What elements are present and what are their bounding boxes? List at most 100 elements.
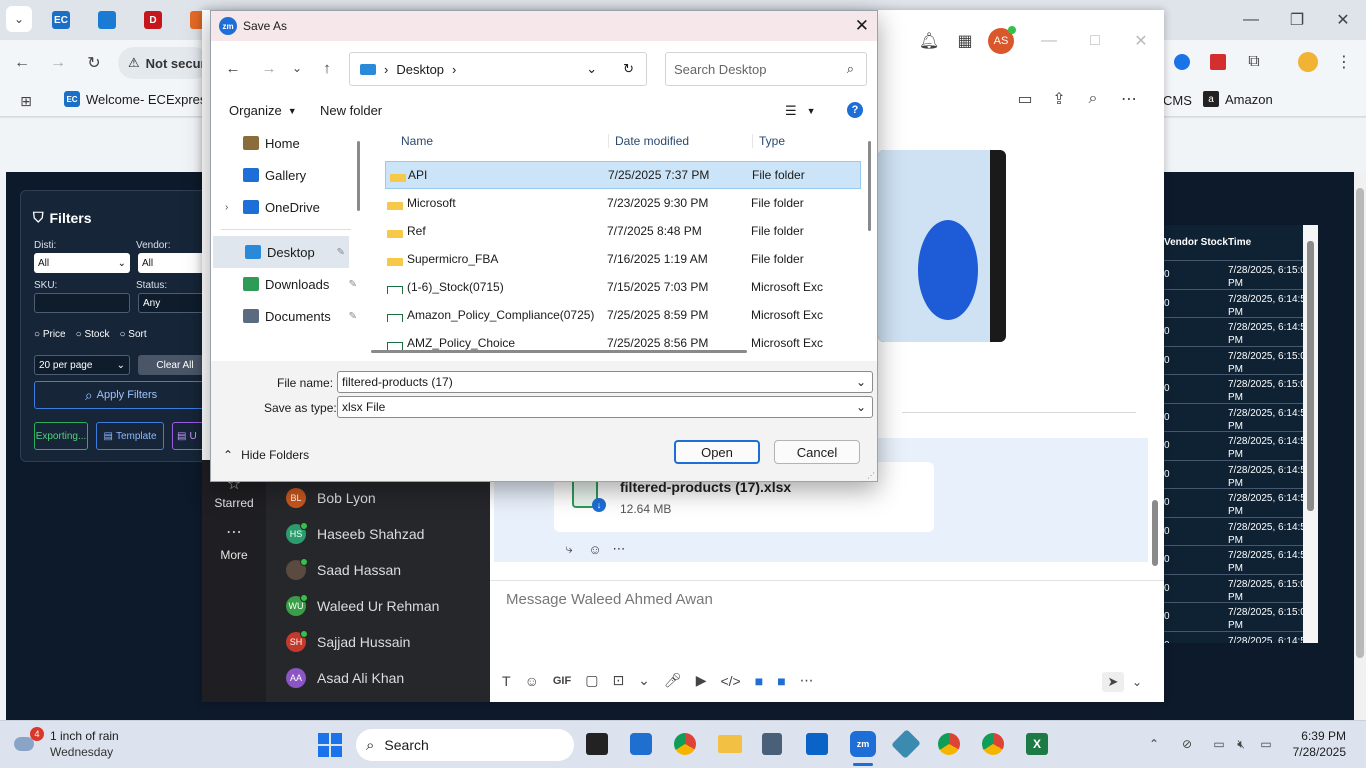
tab-favicon-icon[interactable]	[98, 11, 116, 29]
more-icon[interactable]: ⋯	[224, 522, 244, 542]
breadcrumb-desktop[interactable]: Desktop	[396, 62, 444, 77]
file-explorer-icon[interactable]	[718, 735, 742, 753]
battery-icon[interactable]: ▭	[1256, 735, 1276, 753]
exporting-button[interactable]: Exporting...	[34, 422, 88, 450]
dh-tab-icon[interactable]: D	[144, 11, 162, 29]
share-screen-icon[interactable]: ⇪	[1048, 88, 1070, 110]
address-breadcrumb[interactable]: › Desktop › ⌄ ↻	[349, 52, 647, 86]
save-as-type-select[interactable]: xlsx File ⌄	[337, 396, 873, 418]
horizontal-scrollbar-thumb[interactable]	[371, 350, 747, 353]
taskbar-search-box[interactable]: ⌕ Search	[356, 729, 574, 761]
search-icon[interactable]: ⌕	[1082, 88, 1104, 110]
file-row[interactable]: Amazon_Policy_Compliance(0725) 7/25/2025 …	[367, 301, 867, 329]
column-name[interactable]: Name	[367, 134, 609, 148]
minimize-icon[interactable]: —	[1236, 8, 1266, 32]
nav-starred[interactable]: Starred	[202, 496, 266, 510]
chevron-down-icon[interactable]: ⌄	[856, 375, 866, 389]
text-format-icon[interactable]: T	[502, 673, 511, 689]
more-icon[interactable]: ⋯	[1118, 88, 1140, 110]
ecexpress-tab-icon[interactable]: EC	[52, 11, 70, 29]
calendar-icon[interactable]: ▦	[954, 30, 976, 52]
vertical-scrollbar-thumb[interactable]	[868, 141, 871, 231]
contact-item[interactable]: SH Sajjad Hussain	[266, 624, 490, 660]
sku-input[interactable]	[34, 293, 130, 313]
nav-item-desktop[interactable]: Desktop ✎	[213, 236, 349, 268]
hide-folders-button[interactable]: ⌃ Hide Folders	[223, 448, 309, 462]
file-row[interactable]: (1-6)_Stock(0715) 7/15/2025 7:03 PM Micros…	[367, 273, 867, 301]
nav-more[interactable]: More	[202, 548, 266, 562]
page-scrollbar[interactable]	[1354, 172, 1366, 720]
microphone-icon[interactable]: 🎤︎	[664, 672, 682, 689]
close-icon[interactable]: ✕	[855, 16, 869, 36]
status-select[interactable]: Any	[138, 293, 208, 313]
view-options-button[interactable]: ☰ ▼	[785, 103, 816, 119]
apply-filters-button[interactable]: ⌕ Apply Filters	[34, 381, 208, 409]
column-type[interactable]: Type	[753, 134, 785, 148]
puzzle-icon[interactable]: ⧉	[1244, 52, 1264, 72]
new-folder-button[interactable]: New folder	[320, 103, 382, 118]
address-bar[interactable]: ⚠ Not secure	[118, 47, 213, 79]
bell-icon[interactable]: 🔔︎	[918, 30, 940, 52]
nav-item-downloads[interactable]: Downloads ✎	[211, 268, 361, 300]
vendor-select[interactable]: All	[138, 253, 208, 273]
display-icon[interactable]: ▭	[1210, 735, 1228, 753]
profile-avatar[interactable]	[1298, 52, 1318, 72]
weather-widget-icon[interactable]: 4	[14, 727, 44, 755]
contact-item[interactable]: AA Asad Ali Khan	[266, 660, 490, 696]
calculator-icon[interactable]	[762, 733, 782, 755]
minimize-icon[interactable]: —	[1038, 30, 1060, 52]
shared-image[interactable]	[878, 150, 1006, 342]
file-row[interactable]: Supermicro_FBA 7/16/2025 1:19 AM File fold…	[367, 245, 867, 273]
pdf-extension-icon[interactable]	[1210, 54, 1226, 70]
search-desktop-input[interactable]: Search Desktop ⌕	[665, 52, 867, 86]
per-page-select[interactable]: 20 per page ⌄	[34, 355, 130, 375]
disti-select[interactable]: All ⌄	[34, 253, 130, 273]
contact-item[interactable]: WU Waleed Ur Rehman	[266, 588, 490, 624]
maximize-icon[interactable]: ❐	[1282, 8, 1312, 32]
outlook-icon[interactable]	[806, 733, 828, 755]
chevron-down-icon[interactable]: ⌄	[586, 61, 597, 77]
nav-item-onedrive[interactable]: › OneDrive	[211, 191, 361, 223]
chat-scrollbar-thumb[interactable]	[1152, 500, 1158, 566]
back-arrow-icon[interactable]: ←	[223, 58, 243, 78]
forward-arrow-icon[interactable]: →	[46, 52, 70, 74]
nav-item-gallery[interactable]: Gallery	[211, 159, 361, 191]
open-button[interactable]: Open	[674, 440, 760, 464]
file-name-input[interactable]: filtered-products (17) ⌄	[337, 371, 873, 393]
nav-item-documents[interactable]: Documents ✎	[211, 300, 361, 332]
bookmark-amazon[interactable]: a Amazon	[1203, 91, 1273, 107]
resize-grip-icon[interactable]: ⋰	[867, 471, 875, 480]
message-input[interactable]: Message Waleed Ahmed Awan	[506, 591, 713, 608]
cancel-button[interactable]: Cancel	[774, 440, 860, 464]
task-view-icon[interactable]	[586, 733, 608, 755]
table-scrollbar[interactable]	[1303, 225, 1318, 643]
refresh-icon[interactable]: ↻	[623, 61, 634, 77]
extension-icon[interactable]	[1174, 54, 1190, 70]
reply-icon[interactable]: ⤷	[560, 540, 578, 558]
clear-all-button[interactable]: Clear All	[138, 355, 208, 375]
chrome-icon[interactable]	[674, 733, 696, 755]
organize-button[interactable]: Organize ▼	[229, 103, 297, 118]
chevron-down-icon[interactable]: ⌄	[638, 672, 650, 689]
expand-chevron-icon[interactable]: ›	[225, 202, 228, 213]
nav-scrollbar-thumb[interactable]	[357, 141, 360, 211]
forward-arrow-icon[interactable]: →	[259, 58, 279, 78]
file-icon[interactable]: ▢	[585, 672, 598, 689]
file-row[interactable]: Ref 7/7/2025 8:48 PM File folder	[367, 217, 867, 245]
download-icon[interactable]: ↓	[592, 498, 606, 512]
app-icon[interactable]: ■	[755, 673, 763, 689]
maximize-icon[interactable]: □	[1084, 30, 1106, 52]
tab-search-button[interactable]: ⌄	[6, 6, 32, 32]
clock-time[interactable]: 6:39 PM	[1296, 729, 1346, 743]
file-row[interactable]: API 7/25/2025 7:37 PM File folder	[385, 161, 861, 189]
emoji-icon[interactable]: ☺	[586, 540, 604, 558]
radio-sort[interactable]: ○ Sort	[119, 329, 146, 340]
app-icon[interactable]	[891, 729, 921, 759]
video-clip-icon[interactable]: ▶	[696, 672, 707, 689]
contact-item[interactable]: HS Haseeb Shahzad	[266, 516, 490, 552]
reload-icon[interactable]: ↻	[82, 52, 106, 74]
help-icon[interactable]: ?	[847, 102, 863, 118]
recent-locations-chevron-icon[interactable]: ⌄	[289, 58, 305, 78]
screenshot-icon[interactable]: ⊡	[612, 672, 624, 689]
kebab-menu-icon[interactable]: ⋮	[1334, 52, 1354, 72]
